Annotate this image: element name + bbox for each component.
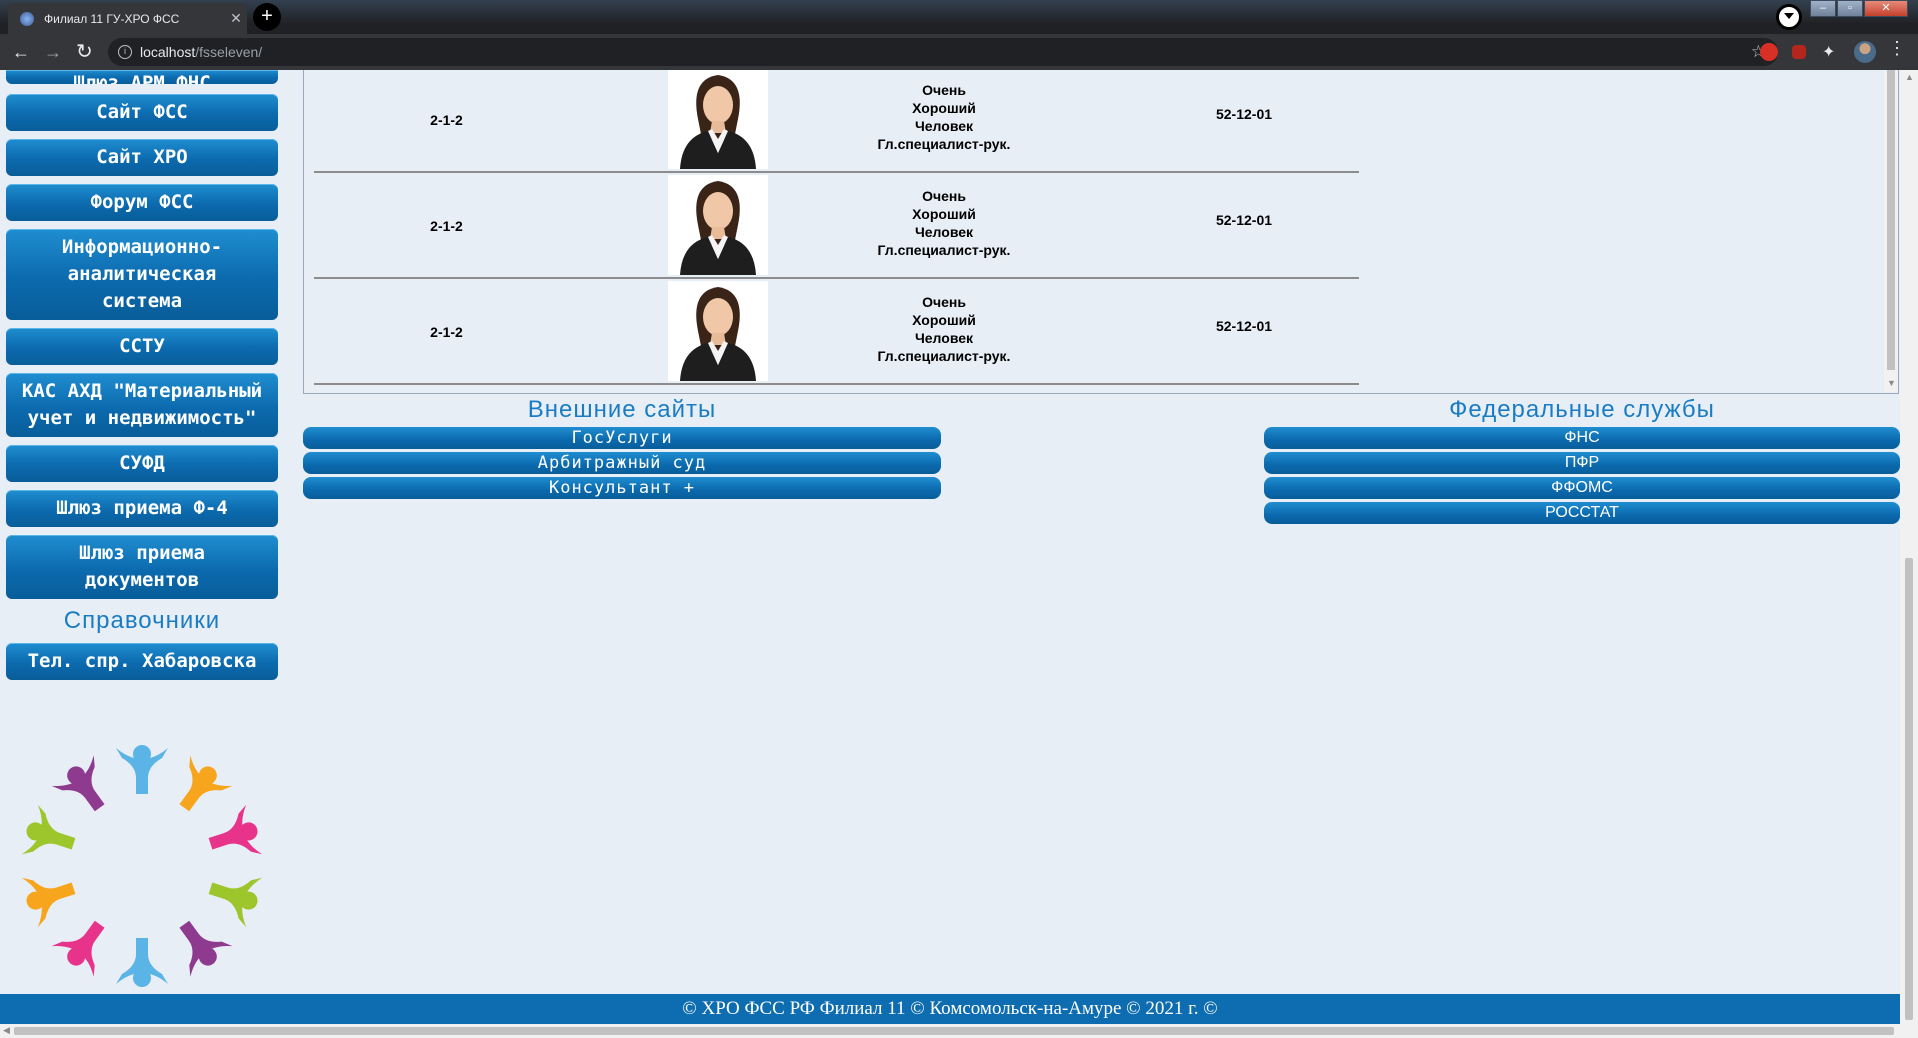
external-sites-heading: Внешние сайты (527, 396, 717, 423)
scroll-left-arrow-icon[interactable]: ◀ (3, 1025, 10, 1036)
favicon-icon (20, 11, 34, 26)
employee-photo-icon (668, 175, 768, 275)
scroll-down-arrow-icon[interactable]: ▼ (1887, 378, 1896, 388)
horizontal-scrollbar[interactable]: ◀ (0, 1024, 1900, 1038)
back-icon[interactable]: ← (12, 34, 30, 70)
table-scrollbar[interactable]: ▼ (1884, 70, 1898, 392)
extensions-puzzle-icon[interactable]: ✦ (1822, 42, 1840, 61)
row-phone: 52-12-01 (1215, 318, 1273, 334)
extension-shield-icon[interactable] (1760, 43, 1778, 61)
federal-services-heading: Федеральные службы (1449, 396, 1715, 423)
link-consultant-plus[interactable]: Консультант + (303, 477, 941, 499)
row-code: 2-1-2 (430, 218, 463, 234)
table-scrollbar-thumb[interactable] (1887, 70, 1895, 370)
link-gosuslugi[interactable]: ГосУслуги (303, 427, 941, 449)
page-vertical-scrollbar[interactable]: ▲ (1900, 70, 1918, 1038)
url-path: /fsseleven/ (195, 44, 263, 60)
table-row: 2-1-2 Очень Хороший Человек Гл.специалис… (314, 280, 1359, 385)
maximize-icon[interactable]: ▫ (1837, 0, 1863, 17)
link-fns[interactable]: ФНС (1264, 427, 1900, 449)
position-line: Гл.специалист-рук. (877, 242, 1011, 258)
table-row: 2-1-2 Очень Хороший Человек Гл.специалис… (314, 174, 1359, 279)
link-ffoms[interactable]: ФФОМС (1264, 477, 1900, 499)
position-line: Гл.специалист-рук. (877, 348, 1011, 364)
sidebar-button-docs-gateway[interactable]: Шлюз приема документов (6, 535, 278, 599)
references-heading: Справочники (63, 607, 221, 634)
sidebar-button-hro-site[interactable]: Сайт ХРО (6, 139, 278, 176)
horizontal-scrollbar-thumb[interactable] (14, 1027, 1894, 1035)
row-code: 2-1-2 (430, 324, 463, 340)
browser-tab[interactable]: Филиал 11 ГУ-ХРО ФСС ✕ (8, 3, 247, 34)
scroll-up-arrow-icon[interactable]: ▲ (1905, 72, 1914, 82)
row-name: Очень Хороший Человек Гл.специалист-рук. (844, 81, 1044, 153)
name-line-2: Хороший (912, 206, 976, 222)
tab-search-icon[interactable] (1776, 4, 1802, 30)
page-content: Шлюз АРМ ФНС Сайт ФСС Сайт ХРО Форум ФСС… (0, 70, 1900, 1038)
address-bar-row: ← → ↻ i localhost/fsseleven/ ☆ ✦ ⋮ (0, 34, 1918, 70)
name-line-1: Очень (922, 82, 966, 98)
tab-close-icon[interactable]: ✕ (225, 10, 247, 27)
table-row: 2-1-2 Очень Хороший Человек Гл.специалис… (314, 70, 1359, 173)
row-code: 2-1-2 (430, 112, 463, 128)
sidebar-button-sufd[interactable]: СУФД (6, 445, 278, 482)
employee-photo-icon (668, 70, 768, 169)
name-line-3: Человек (914, 224, 974, 240)
position-line: Гл.специалист-рук. (877, 136, 1011, 152)
sidebar-button-f4-gateway[interactable]: Шлюз приема Ф-4 (6, 490, 278, 527)
window-controls: – ▫ ✕ (1810, 0, 1908, 17)
people-circle-logo (21, 745, 263, 987)
staff-table: 2-1-2 Очень Хороший Человек Гл.специалис… (303, 70, 1899, 394)
row-phone: 52-12-01 (1215, 212, 1273, 228)
forward-icon[interactable]: → (44, 34, 62, 70)
window-close-icon[interactable]: ✕ (1864, 0, 1908, 17)
employee-photo-icon (668, 281, 768, 381)
page-footer: © ХРО ФСС РФ Филиал 11 © Комсомольск-на-… (0, 994, 1900, 1024)
row-name: Очень Хороший Человек Гл.специалист-рук. (844, 187, 1044, 259)
name-line-2: Хороший (912, 312, 976, 328)
name-line-1: Очень (922, 294, 966, 310)
extension-red-icon[interactable] (1792, 45, 1806, 59)
sidebar-button-fss-site[interactable]: Сайт ФСС (6, 94, 278, 131)
minimize-icon[interactable]: – (1810, 0, 1836, 17)
sidebar-button-fns-gateway[interactable]: Шлюз АРМ ФНС (6, 70, 278, 84)
new-tab-button[interactable]: + (253, 3, 281, 31)
name-line-3: Человек (914, 118, 974, 134)
tab-title: Филиал 11 ГУ-ХРО ФСС (44, 11, 180, 26)
link-pfr[interactable]: ПФР (1264, 452, 1900, 474)
menu-kebab-icon[interactable]: ⋮ (1888, 38, 1906, 58)
row-phone: 52-12-01 (1215, 106, 1273, 122)
sidebar: Шлюз АРМ ФНС Сайт ФСС Сайт ХРО Форум ФСС… (6, 70, 278, 688)
name-line-2: Хороший (912, 100, 976, 116)
name-line-1: Очень (922, 188, 966, 204)
url-field[interactable]: i localhost/fsseleven/ ☆ (108, 38, 1778, 66)
site-info-icon[interactable]: i (118, 45, 132, 59)
browser-tab-strip: Филиал 11 ГУ-ХРО ФСС ✕ + – ▫ ✕ (0, 0, 1918, 34)
sidebar-button-khabarovsk-phonebook[interactable]: Тел. спр. Хабаровска (6, 643, 278, 680)
sidebar-button-kas-ahd[interactable]: КАС АХД "Материальный учет и недвижимост… (6, 373, 278, 437)
sidebar-button-sstu[interactable]: ССТУ (6, 328, 278, 365)
url-host: localhost (140, 44, 196, 60)
profile-avatar-icon[interactable] (1854, 41, 1876, 63)
page-scrollbar-thumb[interactable] (1905, 558, 1913, 1020)
link-rosstat[interactable]: РОССТАТ (1264, 502, 1900, 524)
link-arbitration-court[interactable]: Арбитражный суд (303, 452, 941, 474)
name-line-3: Человек (914, 330, 974, 346)
sidebar-button-fss-forum[interactable]: Форум ФСС (6, 184, 278, 221)
row-name: Очень Хороший Человек Гл.специалист-рук. (844, 293, 1044, 365)
reload-icon[interactable]: ↻ (76, 34, 93, 70)
sidebar-button-info-system[interactable]: Информационно-аналитическая система (6, 229, 278, 320)
